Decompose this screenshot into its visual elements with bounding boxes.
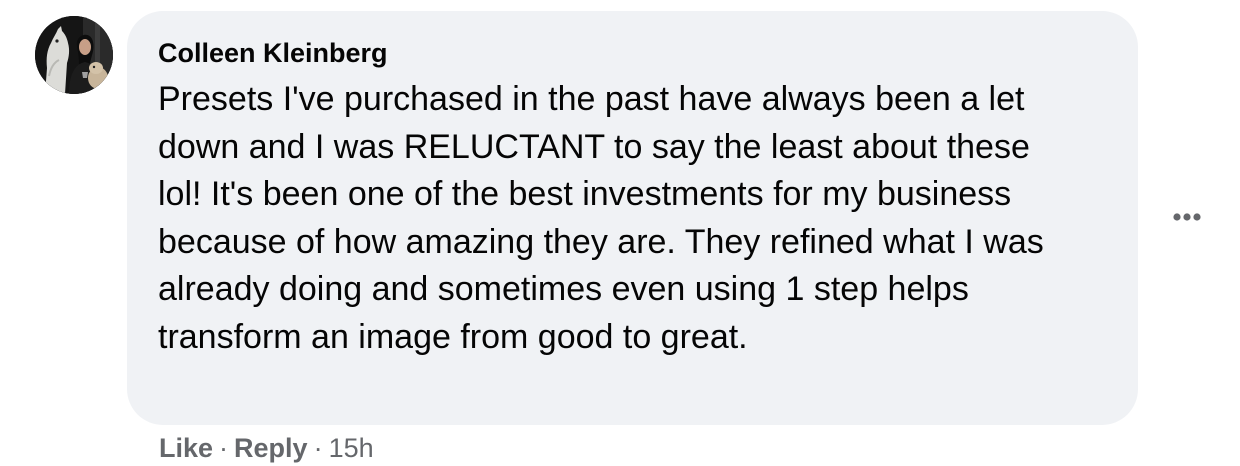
author-name[interactable]: Colleen Kleinberg xyxy=(158,38,1108,68)
comment: Colleen Kleinberg Presets I've purchased… xyxy=(0,0,1240,466)
comment-actions: Like · Reply · 15h xyxy=(159,430,374,466)
separator: · xyxy=(313,433,323,463)
comment-bubble: Colleen Kleinberg Presets I've purchased… xyxy=(127,11,1138,425)
more-options-button[interactable] xyxy=(1168,202,1206,232)
avatar[interactable] xyxy=(35,16,113,94)
reply-button[interactable]: Reply xyxy=(234,430,308,466)
avatar-image xyxy=(35,16,113,94)
timestamp[interactable]: 15h xyxy=(329,430,374,466)
more-options-icon xyxy=(1173,213,1201,221)
like-button[interactable]: Like xyxy=(159,430,213,466)
comment-text: Presets I've purchased in the past have … xyxy=(158,80,1044,356)
separator: · xyxy=(219,433,229,463)
